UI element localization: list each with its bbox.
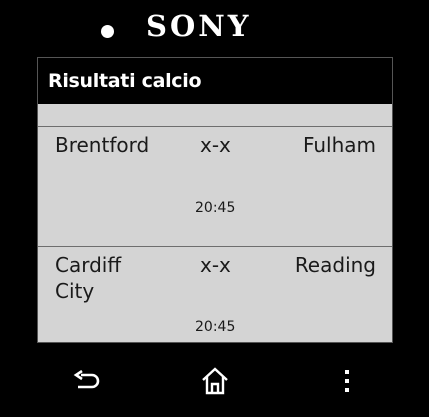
menu-button[interactable]: [327, 363, 367, 399]
header-spacer: [38, 104, 392, 126]
kickoff-time: 20:45: [195, 319, 236, 335]
away-team: Reading: [294, 253, 376, 277]
device-top-bezel: SONY: [0, 0, 429, 58]
back-icon: [73, 370, 100, 389]
navigation-bar: [0, 343, 429, 417]
match-score: x-x: [200, 253, 231, 277]
watch-screen: Risultati calcio Brentford x-x Fulham 20…: [38, 58, 392, 343]
app-title-bar: Risultati calcio: [38, 58, 392, 104]
app-title: Risultati calcio: [48, 70, 202, 92]
home-icon: [202, 367, 228, 395]
more-vert-icon: [345, 370, 349, 392]
front-camera-dot: [101, 25, 114, 38]
kickoff-time: 20:45: [195, 200, 236, 216]
match-row[interactable]: Brentford x-x Fulham 20:45: [38, 127, 392, 246]
home-team: Brentford: [55, 133, 150, 157]
back-button[interactable]: [67, 363, 107, 399]
home-team: Cardiff City: [55, 253, 122, 303]
away-team: Fulham: [302, 133, 376, 157]
match-row[interactable]: Cardiff City x-x Reading 20:45: [38, 247, 392, 343]
home-button[interactable]: [195, 363, 235, 399]
match-score: x-x: [200, 133, 231, 157]
brand-logo: SONY: [146, 9, 252, 43]
